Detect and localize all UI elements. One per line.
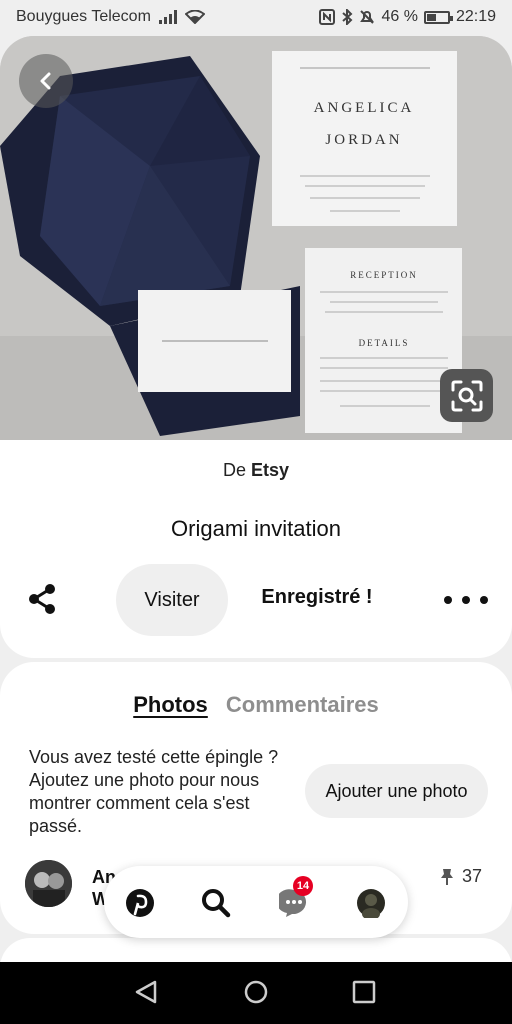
more-options-icon[interactable] (444, 588, 488, 612)
photo-details: DETAILS (359, 338, 410, 348)
pin-card: ANGELICA JORDAN RECEPTION DETAILS De Ets… (0, 36, 512, 658)
profile-avatar-icon (357, 889, 385, 918)
search-icon (202, 889, 231, 918)
pin-count-value: 37 (462, 866, 483, 886)
notifications-badge: 14 (293, 876, 313, 896)
battery-fill (426, 13, 436, 21)
add-photo-button[interactable]: Ajouter une photo (305, 764, 488, 818)
photo-reception: RECEPTION (350, 270, 418, 280)
tabs: Photos Commentaires (0, 692, 512, 718)
battery-icon (423, 10, 453, 24)
share-icon[interactable] (26, 582, 60, 616)
system-back-button[interactable] (132, 978, 160, 1006)
search-tab[interactable] (199, 886, 233, 920)
bottom-nav: 14 (104, 866, 408, 938)
tab-comments[interactable]: Commentaires (226, 692, 379, 718)
photo-name-2: JORDAN (325, 132, 402, 148)
carrier-name: Bouygues Telecom (16, 8, 151, 25)
chevron-left-icon (40, 72, 51, 90)
system-nav-bar (0, 962, 512, 1024)
source-name[interactable]: Etsy (251, 460, 289, 480)
nfc-icon (319, 9, 336, 25)
tab-photos[interactable]: Photos (133, 692, 208, 718)
circle-home-icon (244, 980, 268, 1004)
triangle-back-icon (135, 980, 157, 1004)
home-tab[interactable] (123, 886, 157, 920)
visual-search-button[interactable] (440, 369, 493, 422)
photo-name-1: ANGELICA (314, 100, 415, 116)
tried-prompt: Vous avez testé cette épingle ? Ajoutez … (29, 747, 279, 836)
pin-actions: Visiter Enregistré ! (0, 564, 512, 636)
bluetooth-icon (341, 9, 353, 25)
status-bar: Bouygues Telecom 46 % 22:19 (0, 0, 512, 34)
pushpin-icon (441, 868, 453, 885)
profile-tab[interactable] (354, 886, 388, 920)
system-home-button[interactable] (242, 978, 270, 1006)
battery-percent: 46 % (381, 8, 418, 25)
square-recents-icon (352, 980, 376, 1004)
pinterest-logo-icon (126, 889, 154, 917)
saved-button[interactable]: Enregistré ! (246, 586, 388, 609)
pin-image[interactable]: ANGELICA JORDAN RECEPTION DETAILS (0, 36, 512, 440)
pin-source[interactable]: De Etsy (0, 460, 512, 481)
pin-count: 37 (440, 866, 482, 887)
source-prefix: De (222, 460, 246, 480)
clock: 22:19 (455, 8, 496, 25)
pin-title: Origami invitation (171, 516, 341, 541)
back-button[interactable] (19, 54, 73, 108)
avatar[interactable] (25, 860, 72, 907)
mute-icon (359, 9, 375, 25)
signal-icon (158, 10, 177, 24)
visit-button[interactable]: Visiter (116, 564, 228, 636)
wifi-icon (184, 10, 205, 24)
system-recents-button[interactable] (350, 978, 378, 1006)
pin-image-graphic: ANGELICA JORDAN RECEPTION DETAILS (0, 36, 512, 440)
lens-search-icon (451, 380, 482, 411)
